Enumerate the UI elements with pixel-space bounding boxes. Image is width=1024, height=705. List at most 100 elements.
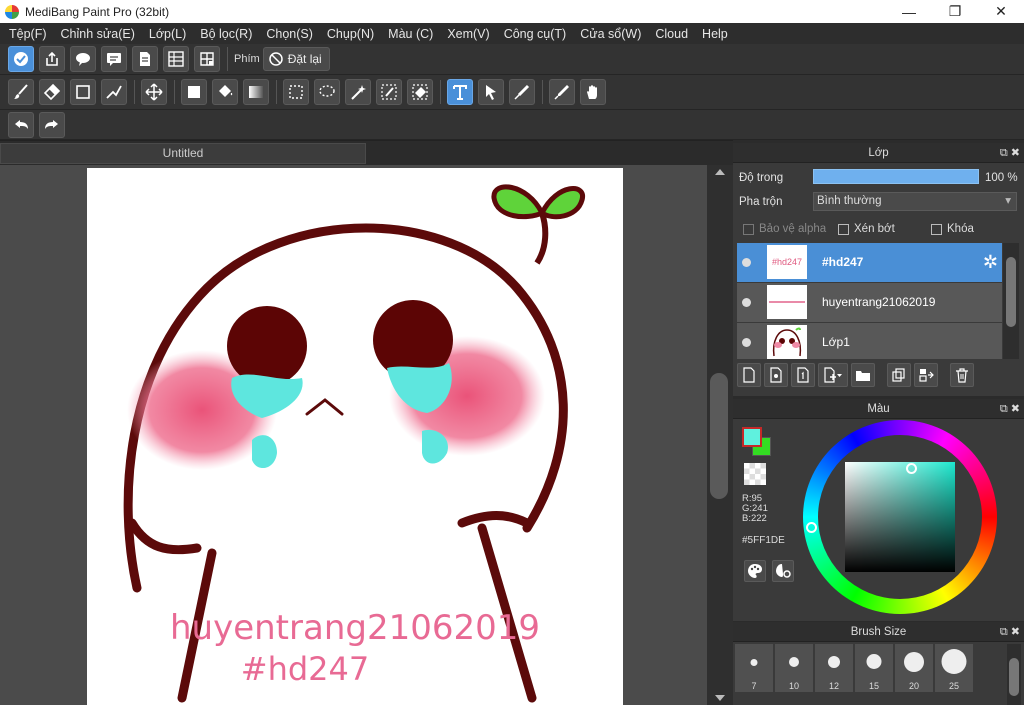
panel-window-buttons[interactable]: ⧉ ✖ [1000, 143, 1020, 163]
fill-rect-tool[interactable] [181, 79, 207, 105]
menu-layer[interactable]: Lớp(L) [142, 27, 193, 41]
select-eraser-tool[interactable] [407, 79, 433, 105]
filled-square-icon [188, 86, 200, 98]
maximize-button[interactable]: ❐ [932, 0, 978, 23]
delete-layer-button[interactable] [950, 363, 974, 387]
export-button[interactable] [39, 46, 65, 72]
protect-alpha-checkbox[interactable]: Bảo vệ alpha [743, 223, 826, 235]
brush-size-option[interactable]: 20 [895, 644, 933, 692]
menu-file[interactable]: Tệp(F) [2, 27, 54, 41]
undo-button[interactable] [8, 111, 34, 138]
visibility-icon[interactable] [742, 338, 751, 347]
lasso-tool[interactable] [314, 79, 340, 105]
window-controls: — ❐ ✕ [886, 0, 1024, 23]
blend-mode-select[interactable]: Bình thường [813, 192, 1017, 211]
brush-size-option[interactable]: 25 [935, 644, 973, 692]
redo-button[interactable] [39, 111, 65, 138]
visibility-icon[interactable] [742, 298, 751, 307]
document-tab[interactable]: Untitled [0, 143, 366, 164]
foreground-color-swatch[interactable] [742, 427, 762, 447]
panel-window-buttons[interactable]: ⧉ ✖ [1000, 622, 1020, 642]
grid-button[interactable] [194, 46, 220, 72]
menu-color[interactable]: Màu (C) [381, 27, 440, 41]
layer-item-hd247[interactable]: #hd247 #hd247 ✲ [737, 243, 1002, 283]
brush-scrollbar[interactable] [1007, 644, 1021, 705]
scrollbar-thumb[interactable] [1009, 658, 1019, 696]
comment-button[interactable] [101, 46, 127, 72]
brush-size-option[interactable]: 7 [735, 644, 773, 692]
rect-select-tool[interactable] [283, 79, 309, 105]
layer-scrollbar[interactable] [1003, 243, 1019, 359]
drawing-thumbnail [772, 327, 802, 357]
eyedropper-tool[interactable] [549, 79, 575, 105]
minimize-button[interactable]: — [886, 0, 932, 23]
brush-tool[interactable] [8, 79, 34, 105]
palette-button[interactable] [744, 560, 766, 582]
speech-bubble-button[interactable] [70, 46, 96, 72]
smudge-tool[interactable] [101, 79, 127, 105]
layer-name: Lớp1 [822, 335, 850, 349]
transparent-color-swatch[interactable] [744, 463, 766, 485]
magic-wand-tool[interactable] [345, 79, 371, 105]
menu-filter[interactable]: Bộ lọc(R) [193, 27, 259, 41]
gear-icon[interactable]: ✲ [983, 252, 998, 273]
menu-cloud[interactable]: Cloud [648, 27, 695, 41]
saturation-value-square[interactable] [845, 462, 955, 572]
operation-tool[interactable] [478, 79, 504, 105]
eraser-tool[interactable] [39, 79, 65, 105]
action-spacer [878, 363, 884, 389]
menu-help[interactable]: Help [695, 27, 735, 41]
gradient-tool[interactable] [243, 79, 269, 105]
duplicate-layer-button[interactable] [887, 363, 911, 387]
canvas-paper[interactable]: huyentrang21062019 #hd247 [87, 168, 623, 705]
layer-item-lop1[interactable]: Lớp1 [737, 323, 1002, 359]
brush-size-option[interactable]: 12 [815, 644, 853, 692]
menu-tools[interactable]: Công cụ(T) [497, 27, 574, 41]
visibility-icon[interactable] [742, 258, 751, 267]
panel-window-buttons[interactable]: ⧉ ✖ [1000, 399, 1020, 419]
canvas-area[interactable]: huyentrang21062019 #hd247 [0, 165, 707, 705]
menu-window[interactable]: Cửa sổ(W) [573, 27, 648, 41]
hand-tool[interactable] [580, 79, 606, 105]
window-title: MediBang Paint Pro (32bit) [25, 4, 170, 19]
hue-selector-handle[interactable] [806, 522, 817, 533]
scroll-down-icon[interactable] [715, 695, 725, 701]
new-layer-button[interactable] [737, 363, 761, 387]
reset-button[interactable]: Đặt lại [262, 47, 330, 71]
scrollbar-thumb[interactable] [710, 373, 728, 499]
sv-selector-handle[interactable] [906, 463, 917, 474]
color-settings-button[interactable] [772, 560, 794, 582]
opacity-slider[interactable] [813, 169, 979, 184]
add-layer-dropdown[interactable] [818, 363, 848, 387]
new-halftone-layer-button[interactable] [764, 363, 788, 387]
comment-icon [107, 53, 121, 66]
dot-tool[interactable] [70, 79, 96, 105]
brush-size-option[interactable]: 10 [775, 644, 813, 692]
new-folder-button[interactable] [851, 363, 875, 387]
menu-select[interactable]: Chọn(S) [259, 27, 320, 41]
brush-size-option[interactable]: 15 [855, 644, 893, 692]
scrollbar-thumb[interactable] [1006, 257, 1016, 327]
canvas-vertical-scrollbar[interactable] [707, 165, 733, 705]
new-8bit-layer-button[interactable] [791, 363, 815, 387]
blur-tool[interactable] [509, 79, 535, 105]
cloud-save-button[interactable] [8, 46, 34, 72]
clipping-checkbox[interactable]: Xén bớt [838, 223, 895, 235]
hex-value[interactable]: #5FF1DE [742, 535, 785, 546]
merge-down-button[interactable] [914, 363, 938, 387]
menu-view[interactable]: Xem(V) [440, 27, 496, 41]
select-pen-icon [381, 84, 397, 100]
lock-checkbox[interactable]: Khóa [931, 223, 974, 235]
select-pen-tool[interactable] [376, 79, 402, 105]
text-tool[interactable] [447, 79, 473, 105]
color-wheel[interactable] [803, 420, 997, 614]
layer-item-huyentrang[interactable]: huyentrang21062019 [737, 283, 1002, 323]
move-tool[interactable] [141, 79, 167, 105]
bucket-tool[interactable] [212, 79, 238, 105]
page-button[interactable] [132, 46, 158, 72]
menu-snap[interactable]: Chụp(N) [320, 27, 381, 41]
panel-layout-button[interactable] [163, 46, 189, 72]
close-button[interactable]: ✕ [978, 0, 1024, 23]
scroll-up-icon[interactable] [715, 169, 725, 175]
menu-edit[interactable]: Chỉnh sửa(E) [54, 27, 142, 41]
